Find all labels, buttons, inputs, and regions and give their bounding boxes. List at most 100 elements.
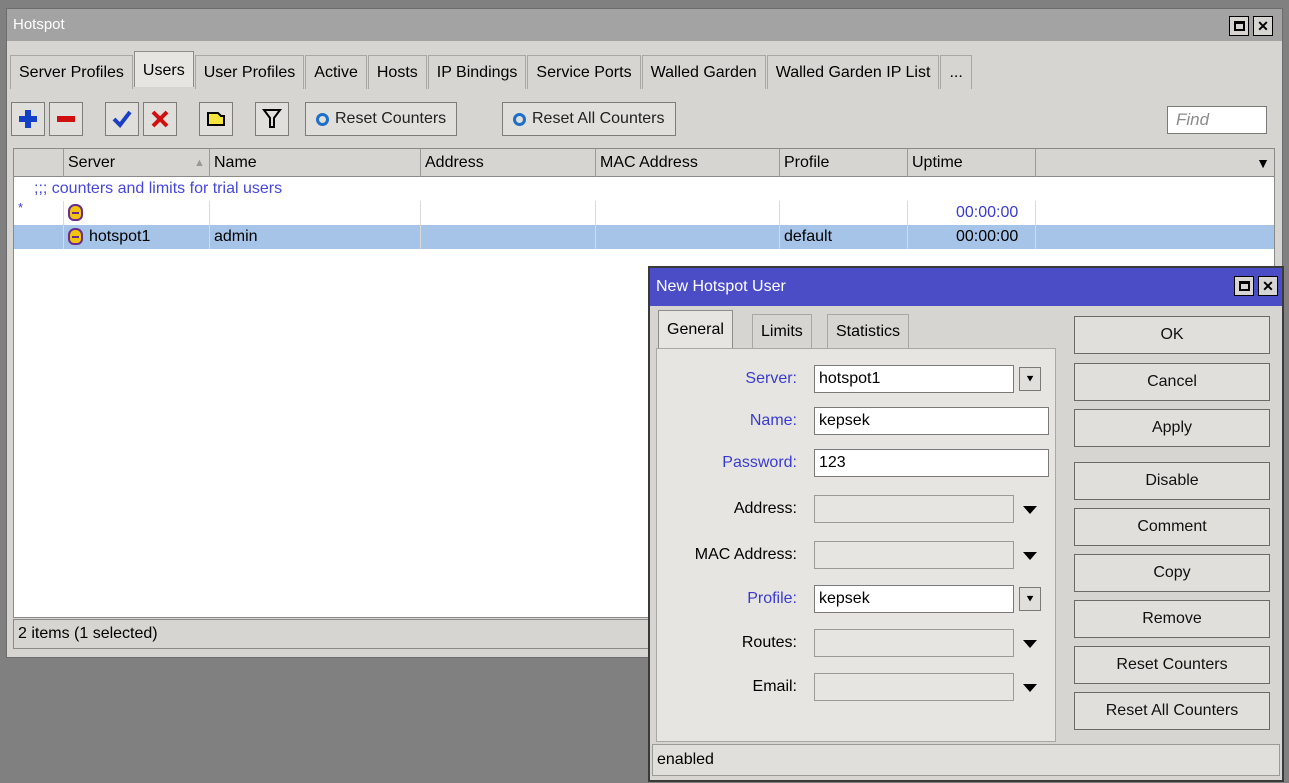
remove-button[interactable] [49, 102, 83, 136]
tab-server-profiles[interactable]: Server Profiles [10, 55, 133, 89]
cancel-button[interactable]: Cancel [1074, 363, 1270, 401]
reset-all-counters-button[interactable]: Reset All Counters [1074, 692, 1270, 730]
tab-hosts[interactable]: Hosts [367, 55, 427, 89]
user-icon [68, 228, 83, 246]
server-cell [64, 201, 210, 225]
close-icon: ✕ [1257, 18, 1269, 34]
maximize-icon [1238, 281, 1250, 291]
dropdown-icon: ⯆ [1025, 371, 1035, 386]
profile-select[interactable]: kepsek [814, 585, 1014, 613]
remove-button[interactable]: Remove [1074, 600, 1270, 638]
tab-walled-garden-ip-list[interactable]: Walled Garden IP List [766, 55, 940, 89]
row-marker: * [14, 201, 64, 225]
mac-address-label: MAC Address: [694, 546, 797, 563]
email-dropdown-icon[interactable] [1023, 684, 1037, 692]
mac-address-dropdown-icon[interactable] [1023, 552, 1037, 560]
tab-statistics[interactable]: Statistics [827, 314, 910, 348]
server-value: hotspot1 [89, 228, 151, 245]
reset-all-counters-button[interactable]: Reset All Counters [502, 102, 676, 136]
uptime-cell: 00:00:00 [908, 225, 1036, 249]
tab-service-ports[interactable]: Service Ports [527, 55, 641, 89]
filter-button[interactable] [255, 102, 289, 136]
comment-row[interactable]: ;;; counters and limits for trial users [14, 177, 1274, 201]
add-button[interactable] [11, 102, 45, 136]
reset-counters-button[interactable]: Reset Counters [1074, 646, 1270, 684]
server-cell: hotspot1 [64, 225, 210, 249]
address-dropdown-icon[interactable] [1023, 506, 1037, 514]
enable-button[interactable] [105, 102, 139, 136]
tab-active[interactable]: Active [305, 55, 367, 89]
window-title: Hotspot [13, 16, 65, 33]
address-label: Address: [733, 500, 797, 517]
table-row[interactable]: hotspot1 admin default 00:00:00 [14, 225, 1274, 249]
disable-button[interactable] [143, 102, 177, 136]
column-header-profile[interactable]: Profile [780, 149, 908, 177]
name-input[interactable]: kepsek [814, 407, 1049, 435]
column-header-marker[interactable] [14, 149, 64, 177]
table-header: Server ▲ Name Address MAC Address Profil… [14, 149, 1274, 177]
column-selector[interactable]: ▼ [1036, 149, 1276, 177]
routes-label: Routes: [741, 634, 797, 651]
name-cell: admin [210, 225, 421, 249]
server-dropdown-button[interactable]: ⯆ [1019, 367, 1041, 391]
column-header-uptime[interactable]: Uptime [908, 149, 1036, 177]
address-input[interactable] [814, 495, 1014, 523]
filter-icon [262, 109, 282, 128]
reset-icon [513, 112, 526, 126]
server-select[interactable]: hotspot1 [814, 365, 1014, 393]
name-label: Name: [749, 412, 797, 429]
name-cell [210, 201, 421, 225]
address-cell [421, 201, 596, 225]
maximize-button[interactable] [1229, 16, 1249, 36]
email-input[interactable] [814, 673, 1014, 701]
tab-limits[interactable]: Limits [752, 314, 812, 348]
find-input[interactable]: Find [1167, 106, 1267, 134]
reset-counters-button[interactable]: Reset Counters [305, 102, 458, 136]
tab-more[interactable]: ... [940, 55, 972, 89]
routes-input[interactable] [814, 629, 1014, 657]
address-cell [421, 225, 596, 249]
close-button[interactable]: ✕ [1253, 16, 1273, 36]
mac-cell [596, 201, 780, 225]
mac-cell [596, 225, 780, 249]
routes-dropdown-icon[interactable] [1023, 640, 1037, 648]
column-header-address[interactable]: Address [421, 149, 596, 177]
mac-address-input[interactable] [814, 541, 1014, 569]
apply-button[interactable]: Apply [1074, 409, 1270, 447]
copy-button[interactable]: Copy [1074, 554, 1270, 592]
hotspot-tabs: Server Profiles Users User Profiles Acti… [10, 51, 973, 89]
server-label: Server: [745, 370, 797, 387]
comment-button[interactable]: Comment [1074, 508, 1270, 546]
column-header-name[interactable]: Name [210, 149, 421, 177]
password-input[interactable]: 123 [814, 449, 1049, 477]
tab-ip-bindings[interactable]: IP Bindings [427, 55, 527, 89]
tab-general[interactable]: General [658, 310, 733, 348]
dropdown-arrow-icon: ▼ [1256, 155, 1270, 171]
column-header-mac[interactable]: MAC Address [596, 149, 780, 177]
dropdown-icon: ⯆ [1025, 591, 1035, 606]
checkmark-icon [112, 110, 132, 129]
comment-button[interactable] [199, 102, 233, 136]
disable-button[interactable]: Disable [1074, 462, 1270, 500]
dialog-titlebar[interactable]: New Hotspot User ✕ [650, 268, 1282, 306]
tab-users[interactable]: Users [133, 51, 194, 87]
profile-dropdown-button[interactable]: ⯆ [1019, 587, 1041, 611]
row-marker [14, 225, 64, 249]
tab-walled-garden[interactable]: Walled Garden [641, 55, 766, 89]
reset-counters-label: Reset Counters [335, 110, 447, 127]
close-button[interactable]: ✕ [1258, 276, 1278, 296]
column-label: Server [68, 154, 116, 171]
close-icon: ✕ [1262, 278, 1274, 294]
comment-text: ;;; counters and limits for trial users [34, 180, 283, 197]
sort-asc-icon: ▲ [194, 157, 205, 169]
table-row[interactable]: * 00:00:00 [14, 201, 1274, 225]
uptime-cell: 00:00:00 [908, 201, 1036, 225]
reset-icon [316, 112, 329, 126]
maximize-button[interactable] [1234, 276, 1254, 296]
new-hotspot-user-dialog: New Hotspot User ✕ General Limits Statis… [648, 266, 1284, 782]
x-mark-icon [151, 110, 169, 128]
hotspot-titlebar[interactable]: Hotspot ✕ [7, 9, 1282, 41]
tab-user-profiles[interactable]: User Profiles [194, 55, 305, 89]
column-header-server[interactable]: Server ▲ [64, 149, 210, 177]
ok-button[interactable]: OK [1074, 316, 1270, 354]
